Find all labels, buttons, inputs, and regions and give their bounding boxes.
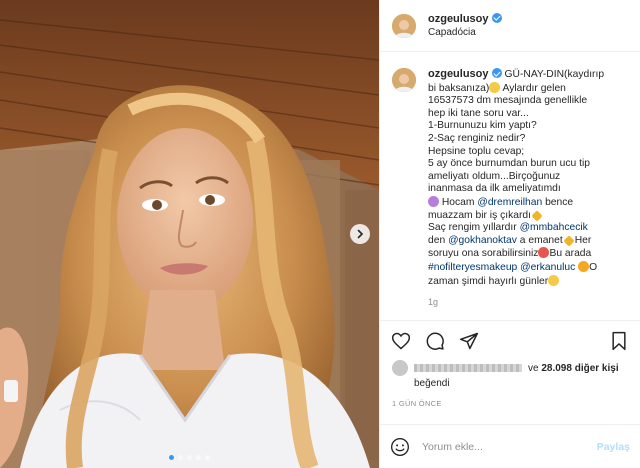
carousel-dot: [196, 455, 201, 460]
chevron-right-icon: [357, 229, 364, 239]
mention-link[interactable]: @gokhanoktav: [448, 235, 517, 246]
caption-line: Hepsine toplu cevap;: [428, 145, 525, 157]
caption-line: Hocam: [441, 196, 475, 208]
carousel-dot: [178, 455, 183, 460]
emoji-icon[interactable]: [390, 437, 410, 457]
caption-timestamp[interactable]: 1g: [428, 296, 628, 309]
caption-line: den: [428, 234, 446, 246]
caption-line: bence: [545, 196, 574, 208]
verified-icon: [491, 12, 502, 23]
liked-label: beğendi: [414, 378, 450, 389]
caption-line: Bu arada: [549, 248, 592, 260]
emoji-icon: [548, 274, 560, 286]
caption-line: muazzam bir iş çıkardı: [428, 209, 531, 221]
caption-section: ozgeulusoy GÜ-NAY-DIN(kaydırıp bi baksanı…: [380, 52, 640, 320]
emoji-icon: [578, 260, 590, 272]
carousel-dot: [205, 455, 210, 460]
caption-line: GÜ-NAY-DIN(kaydırıp: [504, 69, 605, 80]
caption-line: Her: [574, 234, 592, 246]
action-bar: [380, 320, 640, 360]
caption-line: 1-Burnunuzu kim yaptı?: [428, 120, 537, 132]
caption-line: soruyu ona sorabilirsiniz: [428, 248, 539, 260]
caption-line: bi baksanıza): [428, 82, 490, 94]
comment-button[interactable]: [424, 330, 446, 352]
caption-username[interactable]: ozgeulusoy: [428, 68, 489, 80]
caption-line: Saç rengim yıllardır: [428, 222, 517, 234]
caption-text: ozgeulusoy GÜ-NAY-DIN(kaydırıp bi baksanı…: [428, 68, 628, 320]
share-button[interactable]: [458, 330, 480, 352]
bookmark-icon: [612, 331, 626, 350]
post-header: ozgeulusoy Capadócia: [380, 0, 640, 52]
username-link[interactable]: ozgeulusoy: [428, 13, 489, 25]
caption-line: hep iki tane soru var...: [428, 107, 529, 119]
post-dialog: ozgeulusoy Capadócia ozgeulusoy GÜ-NAY-DI…: [0, 0, 640, 468]
emoji-icon: [489, 81, 501, 93]
carousel-indicators: [0, 455, 379, 460]
sparkle-emoji-icon: [531, 209, 543, 222]
liker-avatar[interactable]: [392, 360, 408, 376]
post-side-panel: ozgeulusoy Capadócia ozgeulusoy GÜ-NAY-DI…: [379, 0, 640, 468]
avatar-image: [392, 68, 416, 92]
post-photo[interactable]: [0, 0, 379, 468]
heart-icon: [391, 332, 411, 349]
comment-icon: [426, 332, 444, 350]
caption-line: inanmasa da ilk ameliyatımdı: [428, 183, 561, 195]
carousel-dot: [169, 455, 174, 460]
blurred-liker-name[interactable]: [414, 364, 522, 372]
verified-icon: [491, 68, 502, 78]
emoji-icon: [428, 195, 439, 207]
sparkle-emoji-icon: [563, 235, 575, 247]
avatar-image: [392, 13, 416, 38]
save-button[interactable]: [608, 330, 630, 352]
hashtag-link[interactable]: #nofilteryesmakeup: [428, 262, 517, 273]
post-date[interactable]: 1 GÜN ÖNCE: [380, 399, 640, 408]
carousel-dot: [187, 455, 192, 460]
mention-link[interactable]: @erkanuluc: [520, 262, 575, 273]
emoji-icon: [538, 247, 550, 259]
avatar[interactable]: [392, 13, 416, 38]
caption-line: 2-Saç renginiz nedir?: [428, 132, 526, 144]
mention-link[interactable]: @mmbahcecik: [520, 222, 588, 233]
caption-line: O: [589, 261, 598, 273]
selfie-image: [0, 0, 379, 468]
caption-line: Aylardır gelen: [502, 82, 566, 94]
likes-prefix: ve: [528, 362, 539, 374]
caption-line: ameliyatı oldum...Birçoğunuz: [428, 170, 561, 182]
comment-bar: Paylaş: [380, 424, 640, 468]
post-comment-button[interactable]: Paylaş: [597, 441, 630, 453]
comment-input[interactable]: [422, 440, 597, 453]
mention-link[interactable]: @dremreilhan: [477, 197, 542, 208]
avatar[interactable]: [392, 68, 416, 92]
location-link[interactable]: Capadócia: [428, 26, 502, 40]
likes-count-link[interactable]: 28.098 diğer kişi: [541, 363, 618, 374]
caption-line: 16537573 dm mesajında genellikle: [428, 95, 588, 107]
caption-line: zaman şimdi hayırlı günler: [428, 275, 549, 287]
caption-line: 5 ay önce burnumdan burun ucu tip: [428, 158, 591, 170]
next-photo-button[interactable]: [350, 224, 370, 244]
likes-summary: ve 28.098 diğer kişi: [380, 360, 640, 376]
share-icon: [459, 332, 479, 349]
caption-line: a emanet: [519, 234, 563, 246]
like-button[interactable]: [390, 330, 412, 352]
